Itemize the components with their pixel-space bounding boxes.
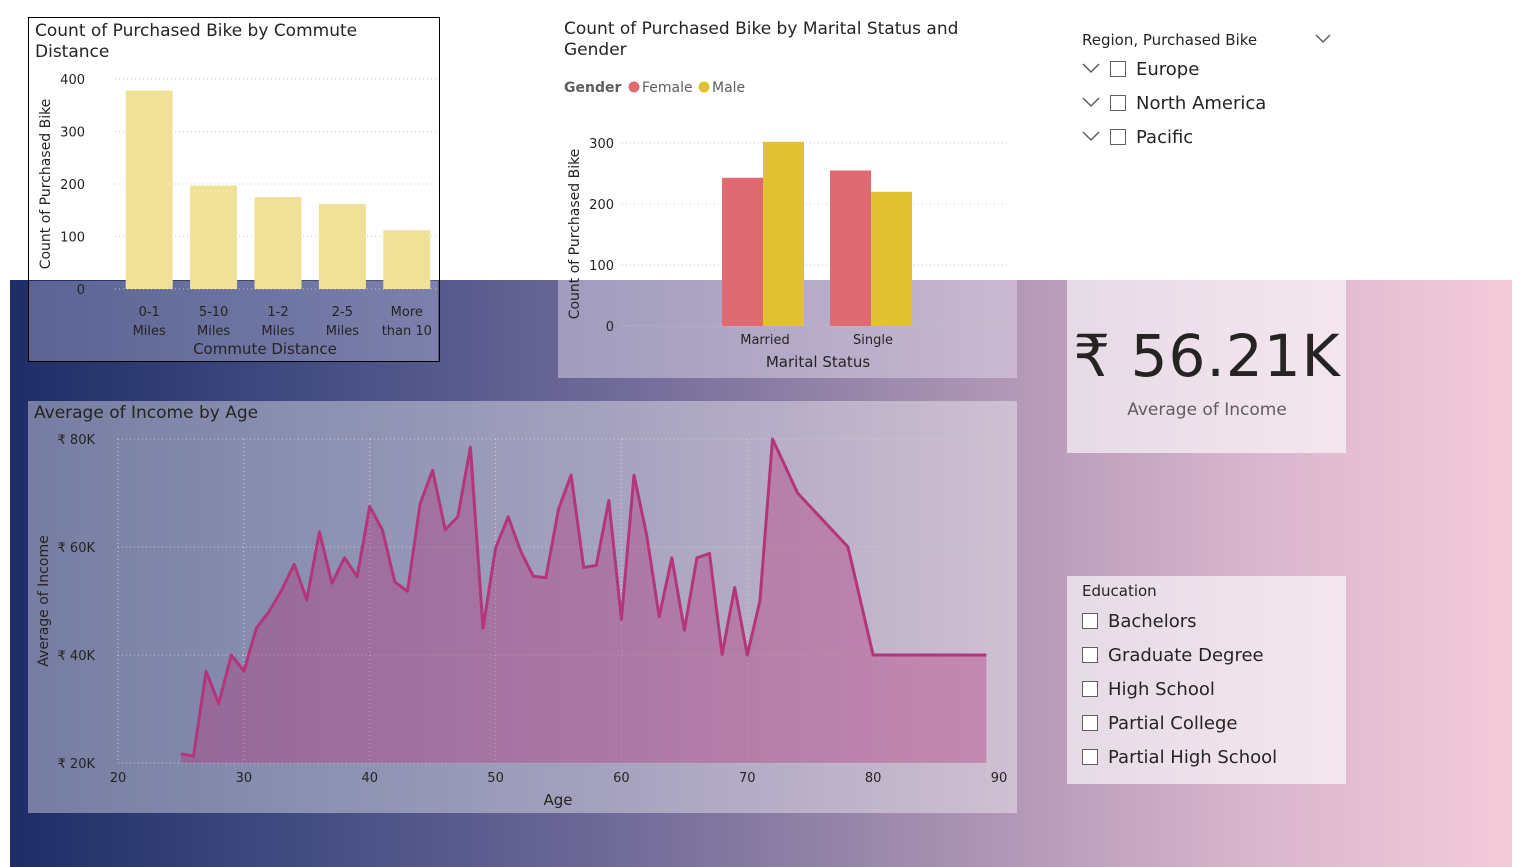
slicer-item[interactable]: Bachelors <box>1082 608 1197 634</box>
y-tick-label: 100 <box>60 231 85 246</box>
slicer-item-label: North America <box>1136 92 1267 114</box>
slicer-item[interactable]: Europe <box>1082 56 1199 82</box>
legend-label: Female <box>642 80 693 96</box>
commute-bar-svg: 0 100 200 300 400 0-1 Miles 5-10 Miles 1-2 Miles 2-… <box>38 73 437 358</box>
y-tick-label: 300 <box>589 137 614 152</box>
chevron-down-icon[interactable] <box>1082 131 1100 143</box>
y-axis-title: Average of Income <box>36 535 52 666</box>
slicer-item[interactable]: High School <box>1082 676 1215 702</box>
y-tick-label: ₹ 40K <box>58 649 96 664</box>
education-slicer[interactable]: Education Bachelors Graduate Degree High S… <box>1067 576 1346 784</box>
area-fill <box>180 439 987 763</box>
checkbox[interactable] <box>1110 95 1126 111</box>
checkbox[interactable] <box>1082 681 1098 697</box>
bar <box>190 185 238 289</box>
slicer-header: Education <box>1082 582 1157 600</box>
y-axis-title: Count of Purchased Bike <box>567 149 583 320</box>
slicer-item[interactable]: Partial High School <box>1082 744 1277 770</box>
x-tick-label: More <box>391 305 423 320</box>
slicer-item[interactable]: North America <box>1082 90 1266 116</box>
legend-label: Male <box>712 80 745 96</box>
x-tick-label: 30 <box>236 771 253 786</box>
y-tick-label: 300 <box>60 126 85 141</box>
x-axis-title: Marital Status <box>766 353 870 371</box>
bar <box>125 90 173 289</box>
x-tick-label: Single <box>853 333 893 348</box>
y-tick-label: 400 <box>60 73 85 88</box>
slicer-item[interactable]: Graduate Degree <box>1082 642 1264 668</box>
legend-marker <box>698 81 710 93</box>
y-axis-title: Count of Purchased Bike <box>38 99 54 270</box>
income-by-age-chart[interactable]: Average of Income by Age ₹ 20K ₹ 40K ₹ 60K… <box>28 401 1017 813</box>
x-tick-label: 1-2 <box>267 305 288 320</box>
y-tick-label: ₹ 60K <box>58 541 96 556</box>
y-tick-label: 200 <box>60 178 85 193</box>
kpi-card[interactable]: ₹ 56.21K Average of Income <box>1067 280 1346 453</box>
slicer-item-label: Graduate Degree <box>1108 644 1264 666</box>
y-tick-label: 0 <box>606 320 614 335</box>
bar <box>871 191 912 326</box>
marital-status-chart[interactable]: Count of Purchased Bike by Marital Statu… <box>558 14 1017 378</box>
checkbox[interactable] <box>1082 715 1098 731</box>
x-tick-label: 5-10 <box>199 305 229 320</box>
y-tick-label: 100 <box>589 259 614 274</box>
x-tick-label: Miles <box>133 324 166 339</box>
slicer-item-label: Bachelors <box>1108 610 1197 632</box>
x-tick-label: 0-1 <box>139 305 160 320</box>
chevron-down-icon[interactable] <box>1315 34 1331 44</box>
x-tick-label: 60 <box>613 771 630 786</box>
kpi-value: ₹ 56.21K <box>1073 322 1341 390</box>
slicer-item-label: Pacific <box>1136 126 1194 148</box>
checkbox[interactable] <box>1082 613 1098 629</box>
legend-marker <box>628 81 640 93</box>
bar <box>254 197 302 289</box>
x-axis-title: Age <box>543 791 572 809</box>
x-tick-label: Miles <box>326 324 359 339</box>
x-tick-label: Miles <box>261 324 294 339</box>
slicer-item-label: High School <box>1108 678 1215 700</box>
x-tick-label: Married <box>740 333 790 348</box>
bar <box>318 203 366 289</box>
x-tick-label: 70 <box>739 771 756 786</box>
x-tick-label: than 10 <box>382 324 432 339</box>
y-tick-label: 200 <box>589 198 614 213</box>
checkbox[interactable] <box>1110 61 1126 77</box>
bar <box>722 177 763 326</box>
checkbox[interactable] <box>1082 749 1098 765</box>
x-tick-label: 2-5 <box>332 305 353 320</box>
x-tick-label: 80 <box>865 771 882 786</box>
income-area-svg: ₹ 20K ₹ 40K ₹ 60K ₹ 80K 20 30 40 50 60 70 80 90 Age A… <box>36 433 1008 809</box>
y-tick-label: ₹ 80K <box>58 433 96 448</box>
checkbox[interactable] <box>1082 647 1098 663</box>
legend-title: Gender <box>564 80 621 96</box>
marital-bar-svg: 0 100 200 300 Gender Female Male Married Single M… <box>564 80 1010 371</box>
slicer-header: Region, Purchased Bike <box>1082 31 1258 49</box>
bar <box>763 141 804 326</box>
x-tick-label: 40 <box>361 771 378 786</box>
slicer-item-label: Partial High School <box>1108 746 1278 768</box>
x-tick-label: Miles <box>197 324 230 339</box>
x-axis-title: Commute Distance <box>193 340 337 358</box>
bar <box>830 170 871 326</box>
x-tick-label: 50 <box>487 771 504 786</box>
x-tick-label: 90 <box>991 771 1008 786</box>
commute-distance-chart[interactable]: Count of Purchased Bike by Commute Dista… <box>28 17 440 362</box>
slicer-item[interactable]: Pacific <box>1082 124 1193 150</box>
x-tick-label: 20 <box>110 771 127 786</box>
checkbox[interactable] <box>1110 129 1126 145</box>
bar <box>383 230 431 289</box>
slicer-item[interactable]: Partial College <box>1082 710 1237 736</box>
chevron-down-icon[interactable] <box>1082 63 1100 75</box>
chevron-down-icon[interactable] <box>1082 97 1100 109</box>
region-slicer[interactable]: Region, Purchased Bike Europe North Ameri… <box>1068 25 1348 160</box>
y-tick-label: ₹ 20K <box>58 757 96 772</box>
slicer-item-label: Partial College <box>1108 712 1238 734</box>
slicer-item-label: Europe <box>1136 58 1200 80</box>
y-tick-label: 0 <box>77 283 85 298</box>
kpi-label: Average of Income <box>1127 400 1287 420</box>
